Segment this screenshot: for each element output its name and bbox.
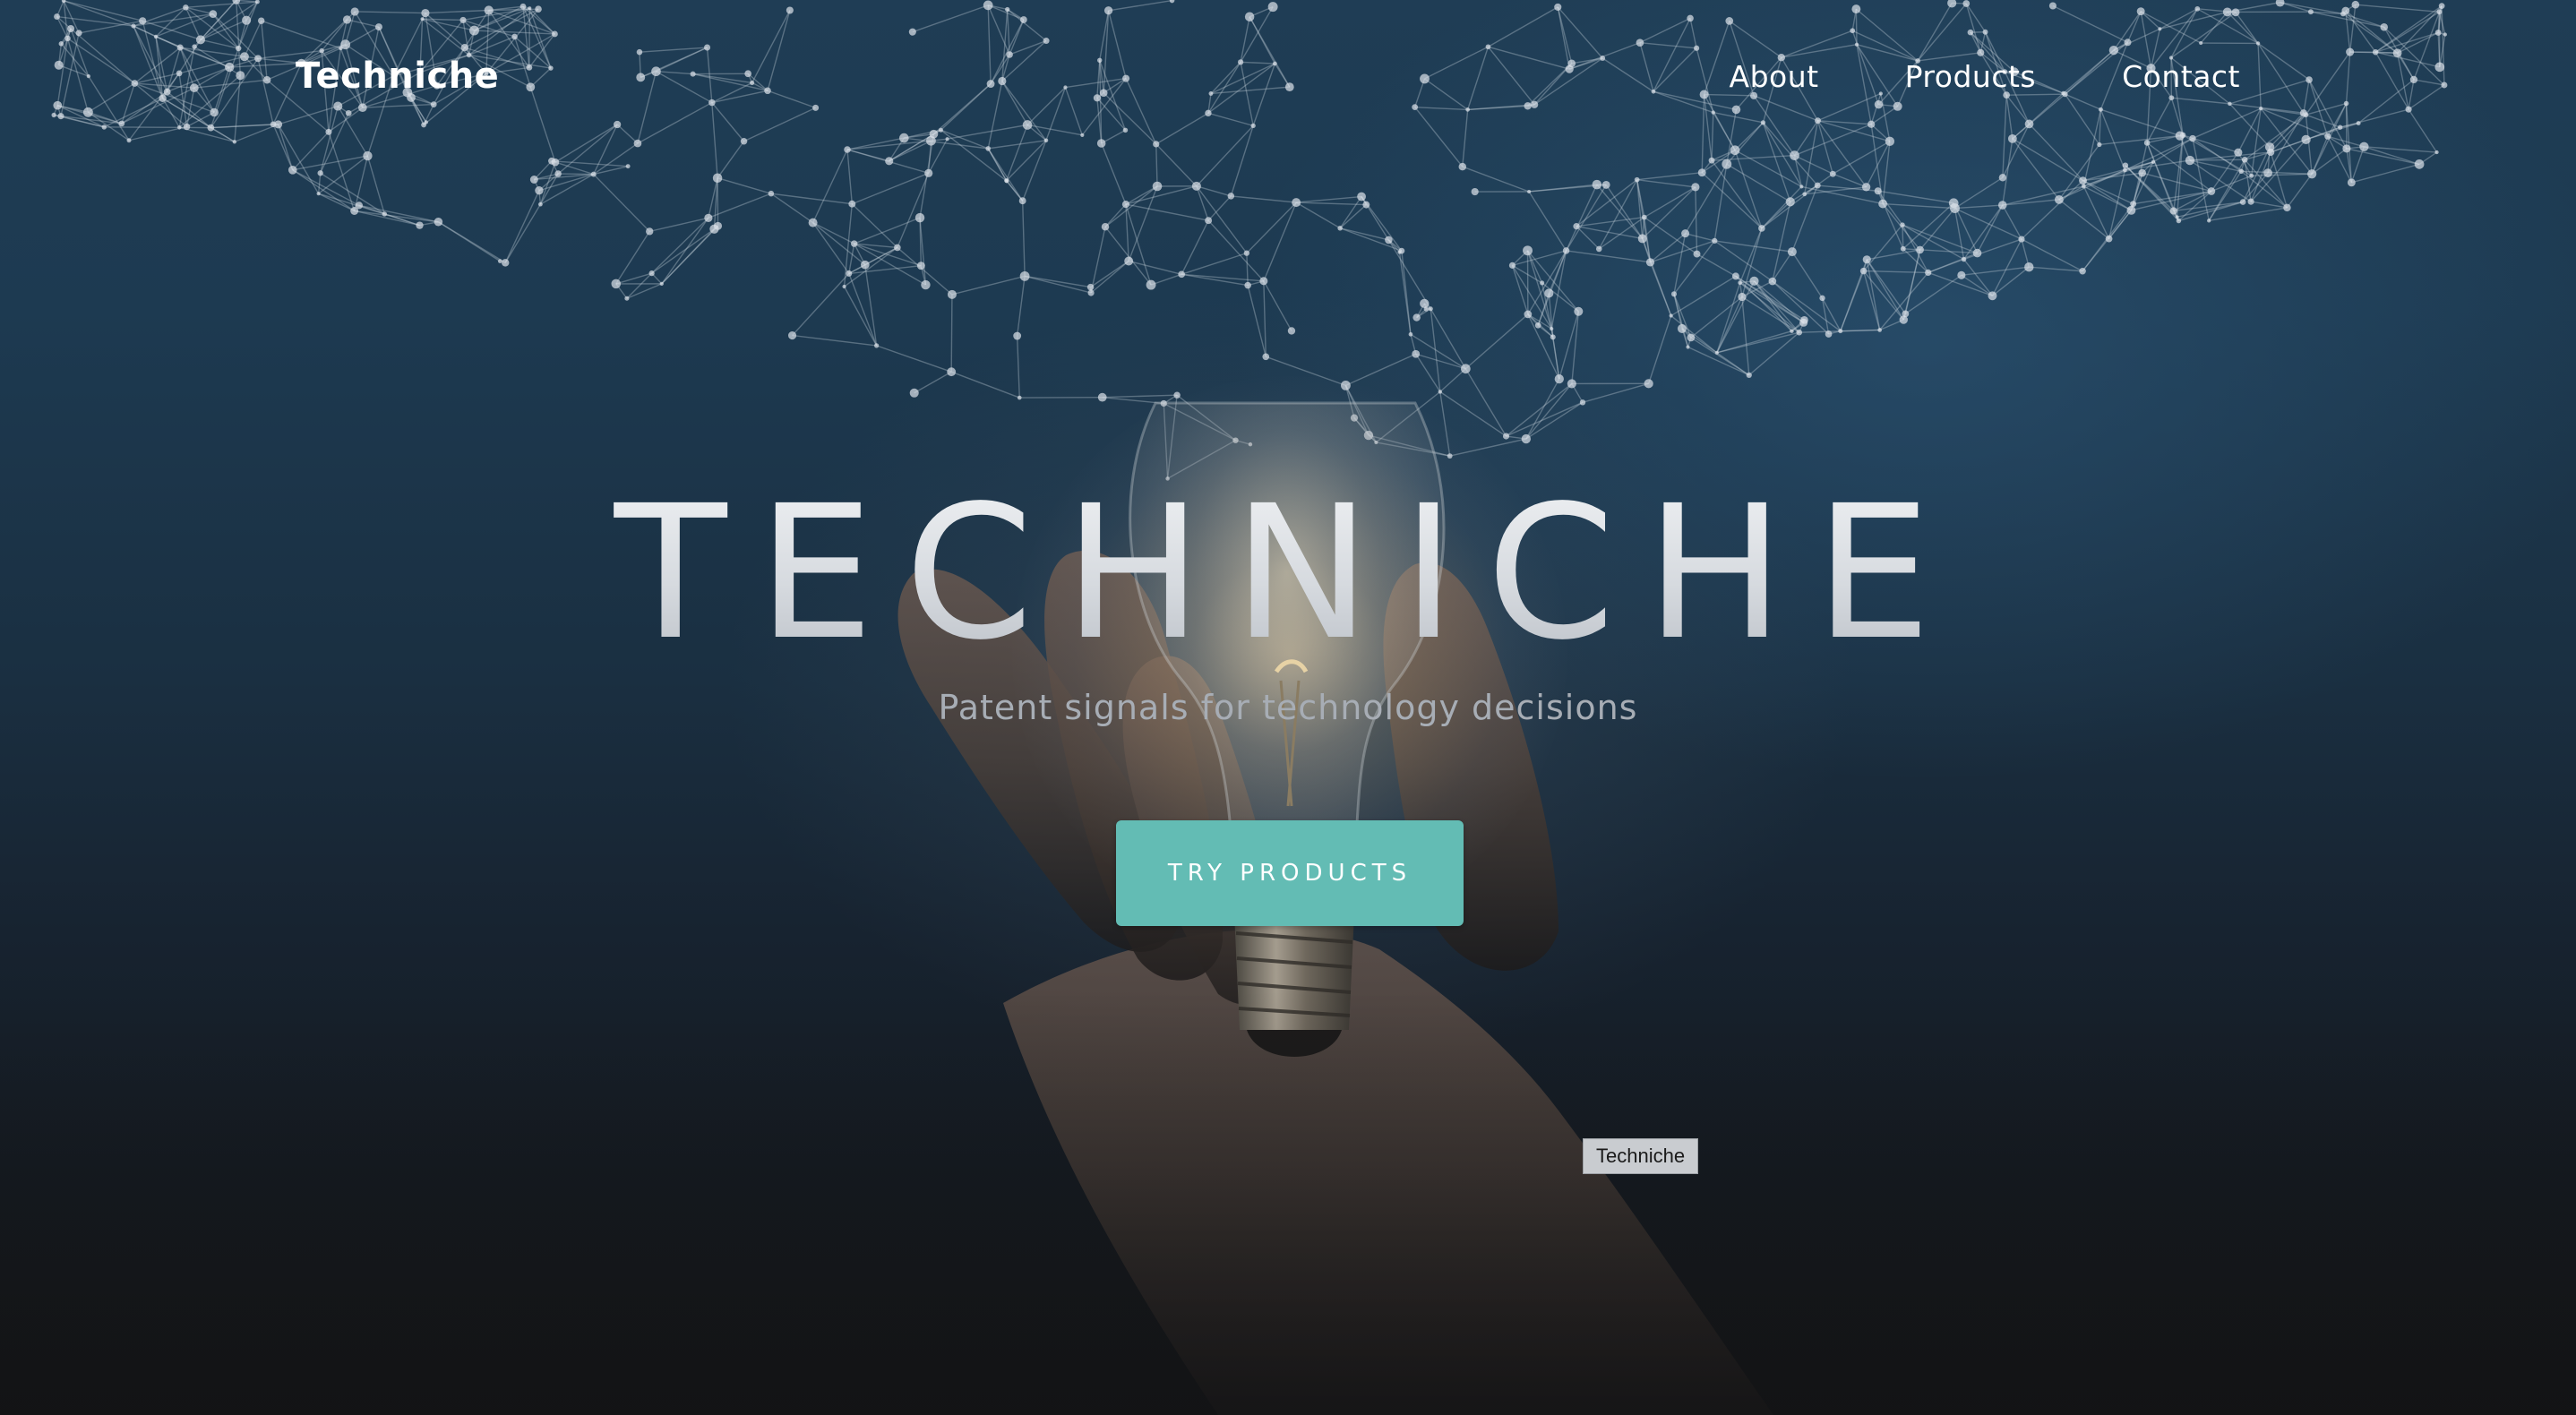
nav-link-about[interactable]: About bbox=[1730, 59, 1819, 94]
try-products-button[interactable]: TRY PRODUCTS bbox=[1116, 820, 1464, 926]
hero-section: Techniche About Products Contact TECHNIC… bbox=[0, 0, 2576, 1415]
hero-subtitle: Patent signals for technology decisions bbox=[938, 688, 1638, 727]
nav-link-contact[interactable]: Contact bbox=[2122, 59, 2240, 94]
nav-links: About Products Contact bbox=[1644, 59, 2240, 94]
nav-link-products[interactable]: Products bbox=[1905, 59, 2037, 94]
hero-title: TECHNICHE bbox=[0, 466, 2576, 681]
brand-logo-link[interactable]: Techniche bbox=[296, 56, 499, 97]
top-navbar: Techniche About Products Contact bbox=[0, 0, 2576, 161]
hover-tooltip: Techniche bbox=[1583, 1138, 1699, 1174]
